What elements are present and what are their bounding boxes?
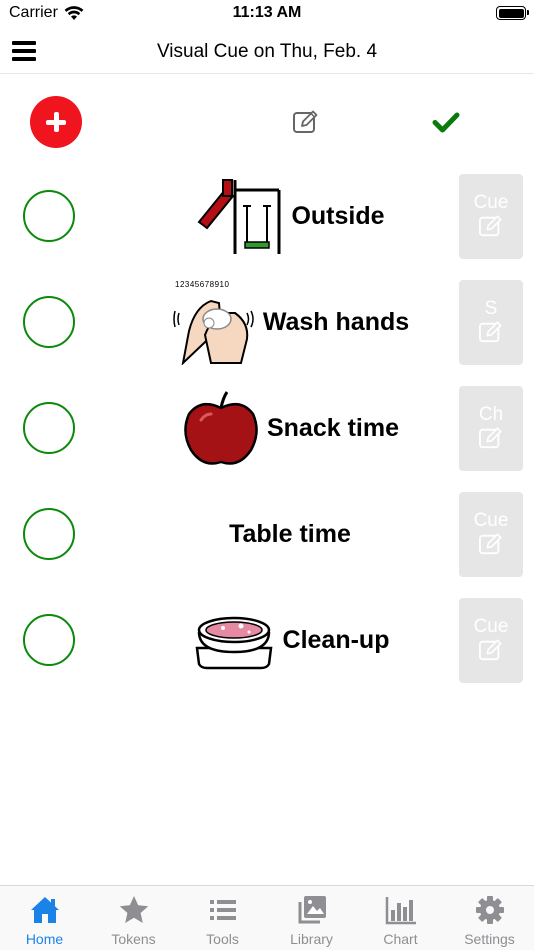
list-item: Outside Cue — [0, 169, 534, 275]
tab-label: Library — [290, 931, 333, 947]
completion-toggle[interactable] — [23, 402, 75, 454]
list-icon — [209, 900, 236, 920]
tab-label: Chart — [383, 931, 418, 947]
activity-content: Clean-up — [140, 593, 440, 687]
activity-label: Snack time — [266, 413, 399, 442]
edit-icon — [479, 533, 502, 555]
status-time: 11:13 AM — [232, 4, 302, 21]
completion-toggle[interactable] — [23, 296, 75, 348]
edit-icon — [479, 639, 502, 661]
cue-label: Ch — [478, 404, 504, 425]
cue-edit-button[interactable]: Ch — [459, 386, 523, 471]
cue-label: Cue — [473, 510, 509, 531]
cue-edit-button[interactable]: Cue — [459, 174, 523, 259]
tab-home[interactable]: Home — [0, 886, 89, 950]
apple-picture — [184, 391, 258, 465]
page-title: Visual Cue on Thu, Feb. 4 — [156, 41, 378, 62]
soap-bowl-picture — [195, 616, 272, 670]
tab-tokens[interactable]: Tokens — [89, 886, 178, 950]
home-icon — [30, 897, 59, 923]
wash-hands-picture: 12345678910 — [173, 280, 254, 365]
list-item: Table time Cue — [0, 487, 534, 593]
edit-icon — [479, 321, 502, 343]
list-item: Snack time Ch — [0, 381, 534, 487]
activity-content: Table time — [140, 487, 440, 581]
tab-label: Settings — [464, 931, 515, 947]
edit-icon[interactable] — [292, 109, 320, 135]
cue-edit-button[interactable]: Cue — [459, 598, 523, 683]
activity-label: Outside — [291, 201, 385, 230]
nav-bar: Visual Cue on Thu, Feb. 4 — [0, 30, 534, 74]
picture-caption: 12345678910 — [175, 280, 229, 289]
completion-toggle[interactable] — [23, 508, 75, 560]
tab-library[interactable]: Library — [267, 886, 356, 950]
bar-chart-icon — [385, 897, 416, 925]
action-row — [0, 74, 534, 169]
completion-toggle[interactable] — [23, 614, 75, 666]
tab-label: Tokens — [111, 931, 156, 947]
photo-library-icon — [298, 896, 326, 924]
tab-chart[interactable]: Chart — [356, 886, 445, 950]
activity-label: Clean-up — [282, 625, 390, 654]
tab-label: Tools — [206, 931, 239, 947]
star-icon — [119, 896, 148, 923]
tab-label: Home — [25, 931, 64, 947]
add-activity-button[interactable] — [30, 96, 82, 148]
cue-label: Cue — [473, 616, 509, 637]
status-bar: Carrier 11:13 AM — [0, 0, 534, 30]
playground-picture — [198, 179, 281, 254]
battery-level — [498, 8, 524, 18]
list-item: Clean-up Cue — [0, 593, 534, 699]
cue-label: S — [484, 298, 498, 319]
cue-edit-button[interactable]: Cue — [459, 492, 523, 577]
cue-edit-button[interactable]: S — [459, 280, 523, 365]
tab-bar: Home Tokens Tools Library Chart Settings — [0, 885, 534, 950]
gear-icon — [475, 896, 504, 924]
edit-icon — [479, 427, 502, 449]
list-item: 12345678910 Wash hands S — [0, 275, 534, 381]
tab-settings[interactable]: Settings — [445, 886, 534, 950]
schedule-list: Outside Cue 12345678910 Wash hands S Sna… — [0, 169, 534, 699]
tab-tools[interactable]: Tools — [178, 886, 267, 950]
completion-toggle[interactable] — [23, 190, 75, 242]
checkmark-icon[interactable] — [432, 110, 460, 134]
edit-icon — [479, 215, 502, 237]
activity-label: Table time — [229, 519, 351, 548]
activity-content: Outside — [140, 169, 440, 263]
activity-label: Wash hands — [262, 307, 410, 336]
activity-content: 12345678910 Wash hands — [140, 275, 440, 369]
cue-label: Cue — [473, 192, 509, 213]
activity-content: Snack time — [140, 381, 440, 475]
battery-icon — [496, 6, 529, 20]
